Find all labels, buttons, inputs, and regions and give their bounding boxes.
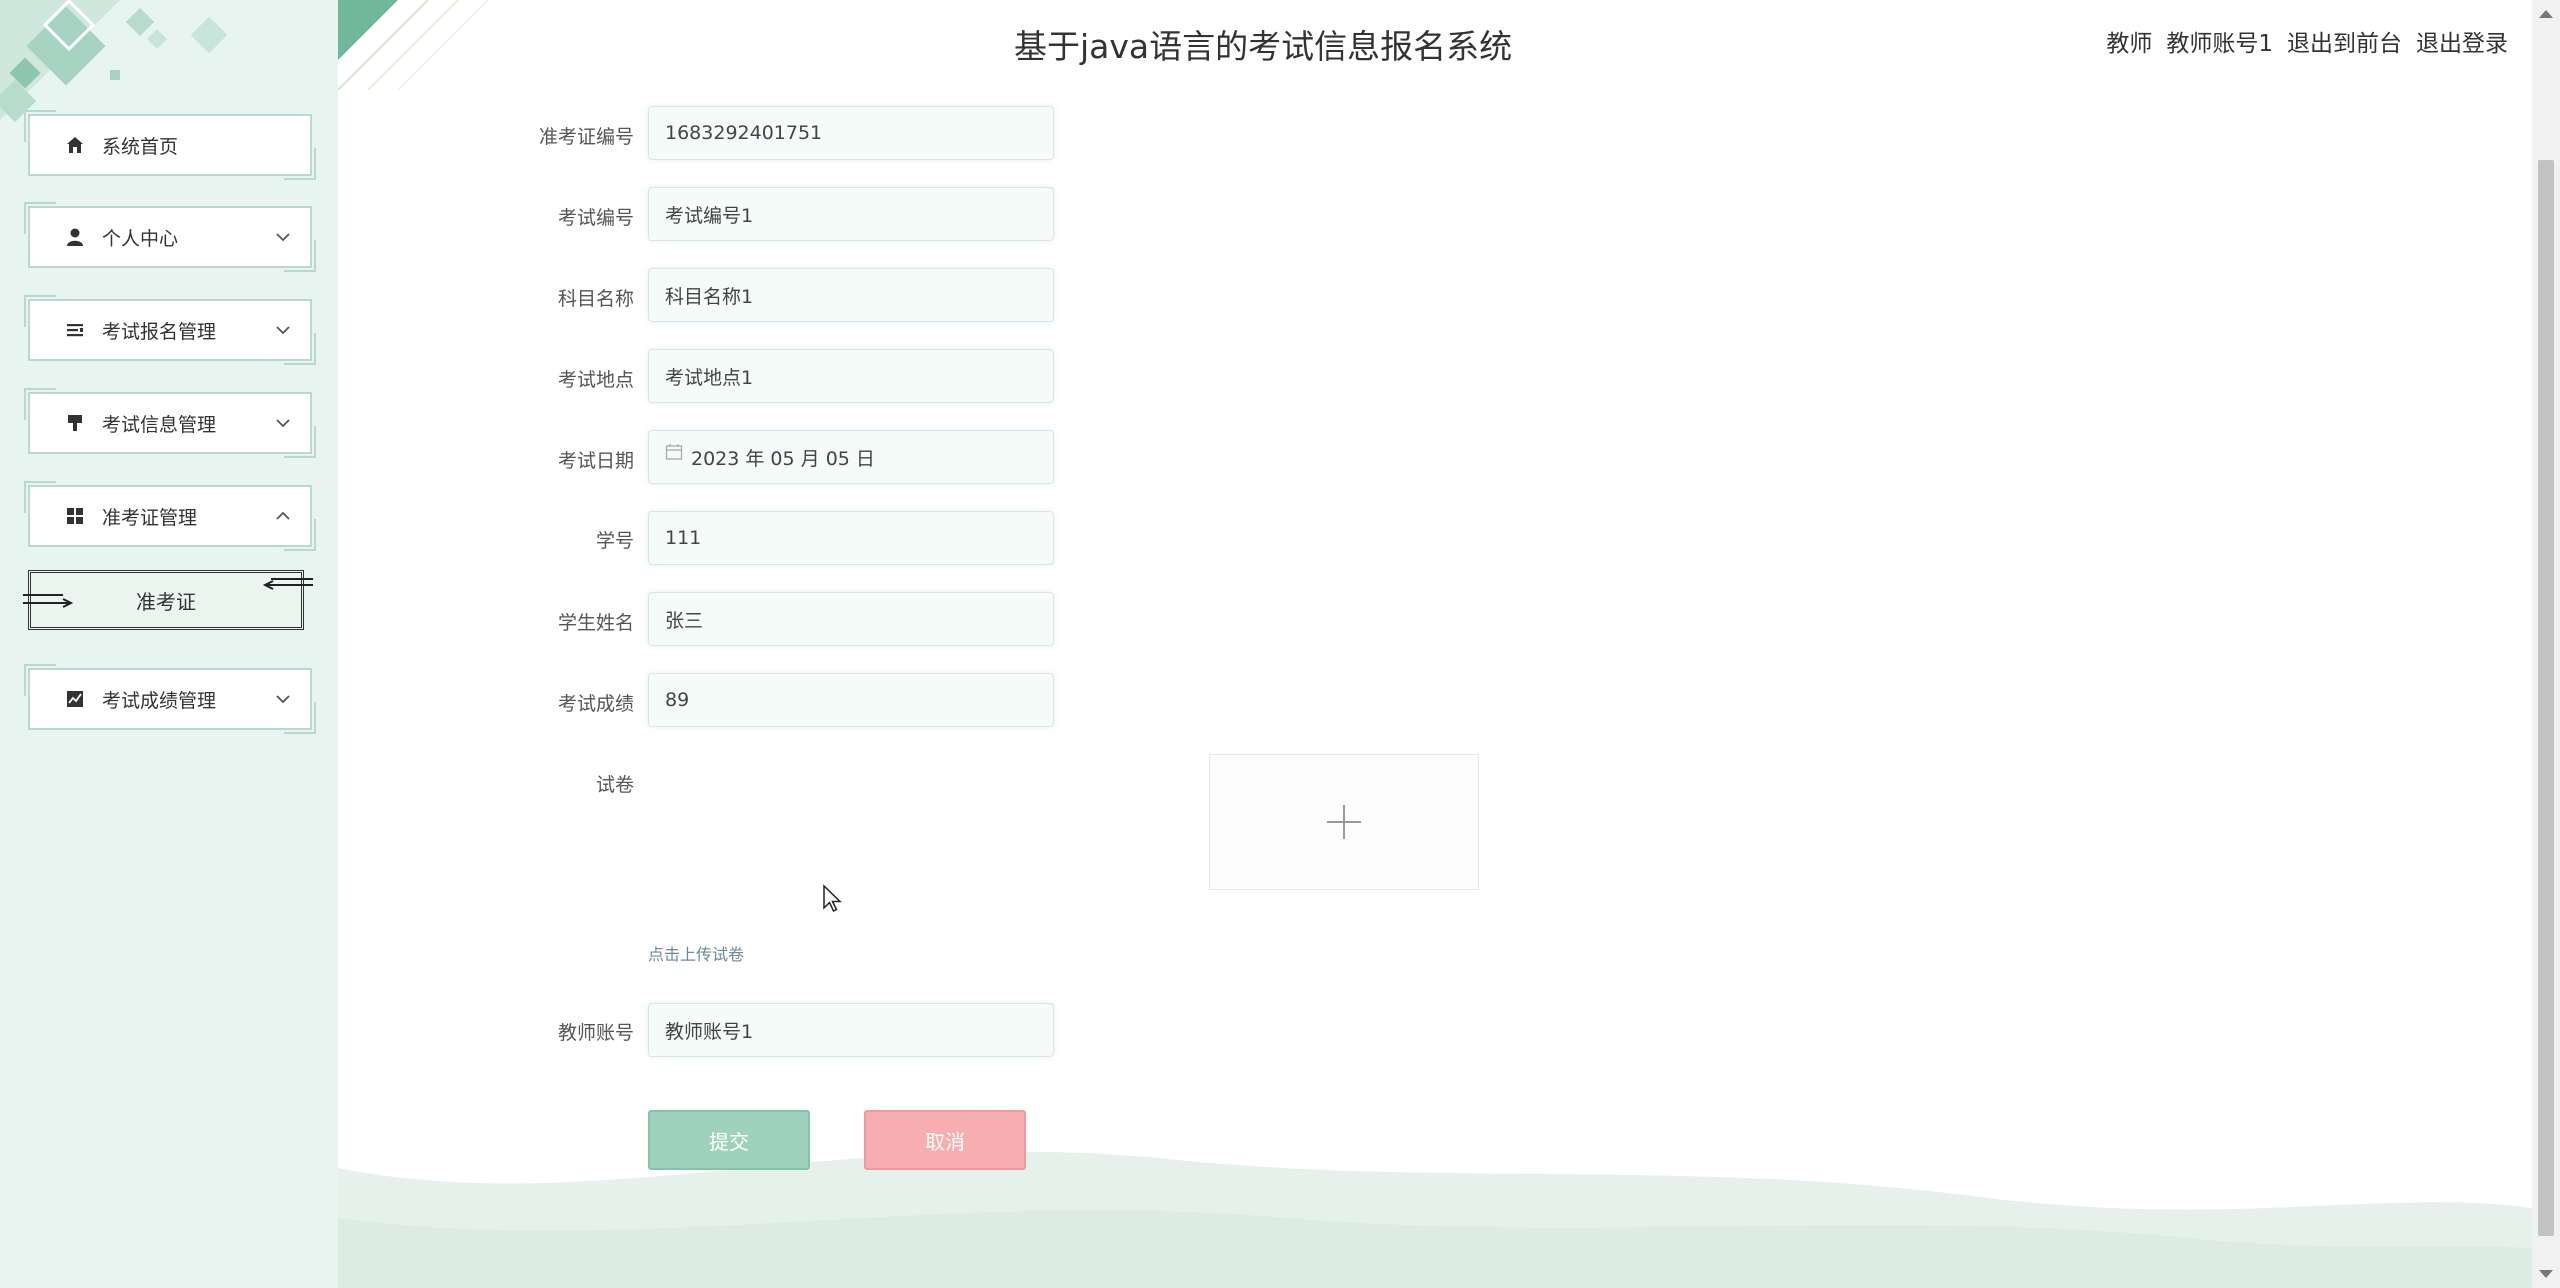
chevron-down-icon (276, 419, 290, 428)
chevron-down-icon (276, 326, 290, 335)
arrows-decoration-icon (23, 594, 73, 608)
score-input[interactable]: 89 (648, 673, 1054, 727)
field-label-location: 考试地点 (557, 369, 634, 391)
location-input[interactable]: 考试地点1 (648, 349, 1054, 403)
submit-button[interactable]: 提交 (648, 1110, 810, 1170)
sidebar-item-personal-center[interactable]: 个人中心 (24, 202, 316, 272)
plus-icon (1327, 805, 1361, 839)
field-label-student-name: 学生姓名 (557, 612, 634, 634)
header-decoration (338, 0, 489, 90)
sidebar-item-label: 考试成绩管理 (102, 689, 217, 712)
field-label-exam-date: 考试日期 (557, 450, 634, 472)
scroll-up-icon[interactable] (2539, 10, 2553, 18)
grid-icon (64, 505, 86, 527)
teacher-account-input[interactable]: 教师账号1 (648, 1003, 1054, 1057)
sidebar-item-exam-info[interactable]: 考试信息管理 (24, 388, 316, 458)
page-title: 基于java语言的考试信息报名系统 (1014, 27, 1513, 66)
field-label-ticket-no: 准考证编号 (538, 126, 634, 148)
sidebar-item-exam-registration[interactable]: 考试报名管理 (24, 295, 316, 365)
sidebar: 系统首页 个人中心 考试报名管理 考试信息管理 准考证管理 准考证 考试成绩管理 (0, 0, 338, 1288)
sidebar-item-label: 考试信息管理 (102, 413, 217, 436)
username: 教师账号1 (2166, 31, 2273, 57)
field-label-score: 考试成绩 (557, 693, 634, 715)
sidebar-item-exam-scores[interactable]: 考试成绩管理 (24, 664, 316, 734)
ticket-no-input[interactable]: 1683292401751 (648, 106, 1054, 160)
scroll-down-icon[interactable] (2539, 1270, 2553, 1278)
exam-no-input[interactable]: 考试编号1 (648, 187, 1054, 241)
brush-icon (64, 412, 86, 434)
field-label-exam-no: 考试编号 (557, 207, 634, 229)
chart-icon (64, 688, 86, 710)
sidebar-subitem-label: 准考证 (136, 589, 196, 614)
exam-date-value: 2023 年 05 月 05 日 (691, 447, 875, 470)
scroll-thumb[interactable] (2538, 160, 2554, 1236)
chevron-down-icon (276, 233, 290, 242)
upload-paper-hint[interactable]: 点击上传试卷 (648, 941, 744, 965)
header-user-bar: 教师 教师账号1 退出到前台 退出登录 (2106, 24, 2508, 58)
vertical-scrollbar[interactable] (2532, 0, 2560, 1288)
logout-link[interactable]: 退出登录 (2416, 24, 2508, 58)
sidebar-item-label: 准考证管理 (102, 506, 198, 529)
sidebar-subitem-admission-ticket[interactable]: 准考证 (23, 570, 313, 630)
sidebar-item-label: 个人中心 (102, 227, 179, 250)
sidebar-item-label: 考试报名管理 (102, 320, 217, 343)
chevron-up-icon (276, 511, 290, 520)
student-name-input[interactable]: 张三 (648, 592, 1054, 646)
student-id-input[interactable]: 111 (648, 511, 1054, 565)
exam-date-input[interactable]: 2023 年 05 月 05 日 (648, 430, 1054, 484)
home-icon (64, 134, 86, 156)
field-label-teacher-account: 教师账号 (557, 1022, 634, 1044)
field-label-subject: 科目名称 (557, 288, 634, 310)
to-front-link[interactable]: 退出到前台 (2287, 24, 2402, 58)
chevron-down-icon (276, 695, 290, 704)
user-role: 教师 (2106, 31, 2153, 57)
sidebar-item-label: 系统首页 (102, 135, 179, 158)
list-icon (64, 319, 86, 341)
sidebar-item-home[interactable]: 系统首页 (24, 110, 316, 180)
calendar-icon (665, 444, 683, 460)
arrows-decoration-icon (263, 578, 313, 590)
paper-upload-box[interactable] (1209, 754, 1479, 890)
sidebar-item-admission-ticket[interactable]: 准考证管理 (24, 481, 316, 551)
cancel-button[interactable]: 取消 (864, 1110, 1026, 1170)
field-label-paper: 试卷 (595, 774, 634, 796)
user-icon (64, 226, 86, 248)
field-label-student-id: 学号 (595, 530, 634, 552)
subject-input[interactable]: 科目名称1 (648, 268, 1054, 322)
mouse-cursor-icon (823, 884, 842, 913)
main-content: 基于java语言的考试信息报名系统 教师 教师账号1 退出到前台 退出登录 准考… (338, 0, 2532, 1288)
